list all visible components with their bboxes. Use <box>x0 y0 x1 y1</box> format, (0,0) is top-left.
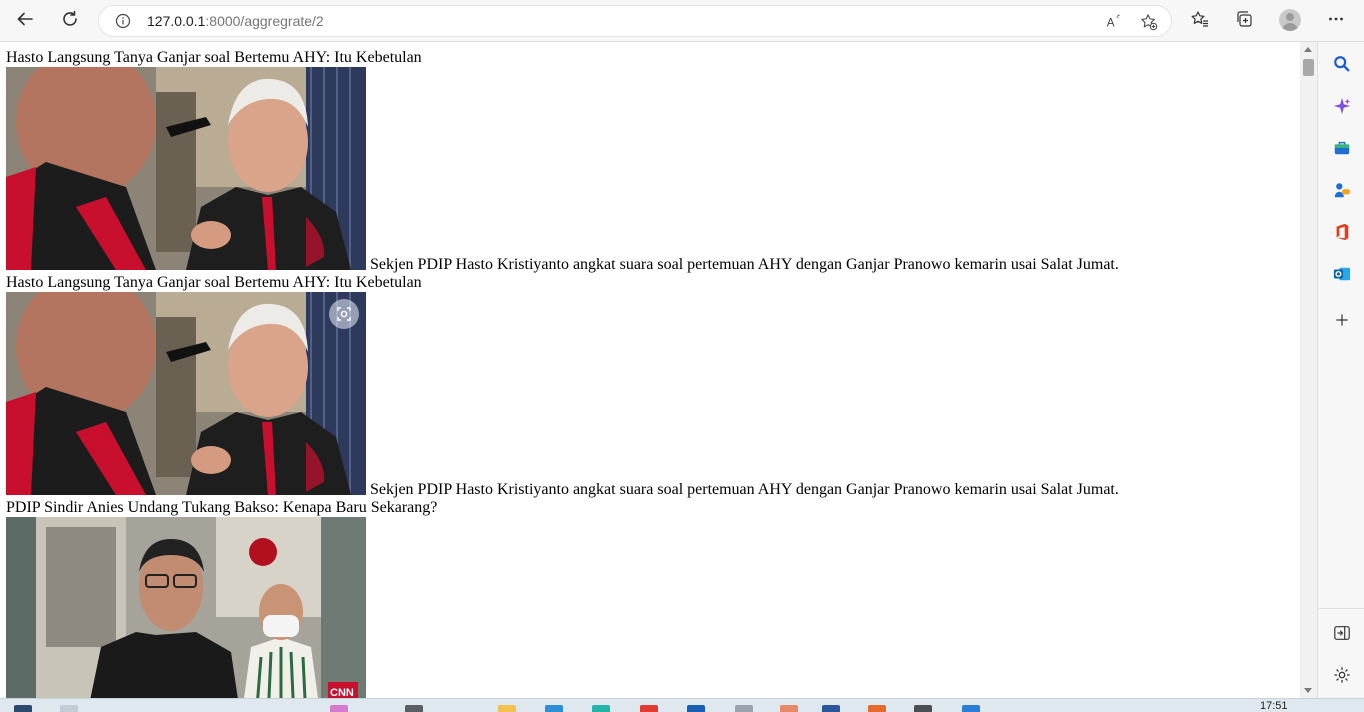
favorites-icon <box>1191 10 1209 32</box>
file-explorer-icon[interactable] <box>498 705 516 712</box>
url-host: 127.0.0.1 <box>147 13 206 29</box>
windows-taskbar: 17:51 <box>0 698 1364 712</box>
chrome-taskbar-icon[interactable] <box>640 705 658 712</box>
favorites-button[interactable] <box>1185 6 1215 36</box>
refresh-icon <box>61 10 79 32</box>
settings-icon[interactable] <box>1330 663 1354 687</box>
browser-toolbar: 127.0.0.1:8000/aggregrate/2 A <box>0 0 1364 42</box>
taskbar-clock[interactable]: 17:51 <box>1260 700 1288 712</box>
info-icon[interactable] <box>115 13 131 29</box>
more-button[interactable] <box>1321 6 1351 36</box>
article-image[interactable]: CNN <box>6 517 366 698</box>
shopping-icon[interactable] <box>1330 136 1354 160</box>
back-icon <box>16 10 34 32</box>
scroll-up-arrow[interactable] <box>1304 47 1312 52</box>
paint-taskbar-icon[interactable] <box>780 705 798 712</box>
article-description: Sekjen PDIP Hasto Kristiyanto angkat sua… <box>370 481 1119 498</box>
collections-icon <box>1235 10 1253 32</box>
article-item: Hasto Langsung Tanya Ganjar soal Bertemu… <box>6 274 1119 498</box>
search-icon[interactable] <box>1330 52 1354 76</box>
start-icon[interactable] <box>14 705 32 712</box>
profile-avatar[interactable] <box>1279 9 1301 31</box>
article-title: Hasto Langsung Tanya Ganjar soal Bertemu… <box>6 49 422 66</box>
terminal-taskbar-icon[interactable] <box>914 705 932 712</box>
word-taskbar-icon[interactable] <box>822 705 840 712</box>
scroll-down-arrow[interactable] <box>1304 688 1312 693</box>
article-title: Hasto Langsung Tanya Ganjar soal Bertemu… <box>6 274 422 291</box>
scrollbar-thumb[interactable] <box>1303 59 1314 76</box>
app2-taskbar-icon[interactable] <box>962 705 980 712</box>
hide-sidebar-icon[interactable] <box>1330 621 1354 645</box>
article-row: CNN <box>6 517 437 698</box>
read-aloud-icon[interactable]: A <box>1104 12 1124 32</box>
article-title: PDIP Sindir Anies Undang Tukang Bakso: K… <box>6 499 438 516</box>
article-image[interactable] <box>6 292 366 495</box>
more-icon <box>1327 10 1345 32</box>
page-content: Hasto Langsung Tanya Ganjar soal Bertemu… <box>0 42 1300 698</box>
games-icon[interactable] <box>1330 178 1354 202</box>
svg-text:CNN: CNN <box>330 687 354 698</box>
article-row: Sekjen PDIP Hasto Kristiyanto angkat sua… <box>6 67 1119 273</box>
taskbar-widget-icon[interactable] <box>330 705 348 712</box>
search-box[interactable] <box>60 705 78 712</box>
add-favorite-icon[interactable] <box>1139 12 1159 32</box>
article-item: Hasto Langsung Tanya Ganjar soal Bertemu… <box>6 49 1119 273</box>
visual-search-icon[interactable] <box>329 299 359 329</box>
office-icon[interactable] <box>1330 220 1354 244</box>
back-button[interactable] <box>10 6 40 36</box>
url-path: :8000/aggregrate/2 <box>205 13 324 29</box>
svg-text:A: A <box>1107 17 1115 30</box>
article-row: Sekjen PDIP Hasto Kristiyanto angkat sua… <box>6 292 1119 498</box>
collections-button[interactable] <box>1229 6 1259 36</box>
edge-sidebar <box>1317 42 1364 698</box>
powerpoint-taskbar-icon[interactable] <box>868 705 886 712</box>
vertical-scrollbar[interactable] <box>1300 42 1317 698</box>
article-item: PDIP Sindir Anies Undang Tukang Bakso: K… <box>6 499 437 698</box>
app-taskbar-icon[interactable] <box>735 705 753 712</box>
refresh-button[interactable] <box>55 6 85 36</box>
outlook-icon[interactable] <box>1330 262 1354 286</box>
add-icon[interactable] <box>1330 308 1354 332</box>
cnn-watermark: CNN <box>330 687 354 698</box>
task-view-icon[interactable] <box>405 705 423 712</box>
address-bar[interactable]: 127.0.0.1:8000/aggregrate/2 A <box>98 5 1172 37</box>
store-icon[interactable] <box>545 705 563 712</box>
article-description: Sekjen PDIP Hasto Kristiyanto angkat sua… <box>370 256 1119 273</box>
vscode-taskbar-icon[interactable] <box>687 705 705 712</box>
article-image[interactable] <box>6 67 366 270</box>
sidebar-divider <box>1318 608 1364 609</box>
url-text[interactable]: 127.0.0.1:8000/aggregrate/2 <box>147 13 324 29</box>
copilot-icon[interactable] <box>1330 94 1354 118</box>
edge-taskbar-icon[interactable] <box>592 705 610 712</box>
